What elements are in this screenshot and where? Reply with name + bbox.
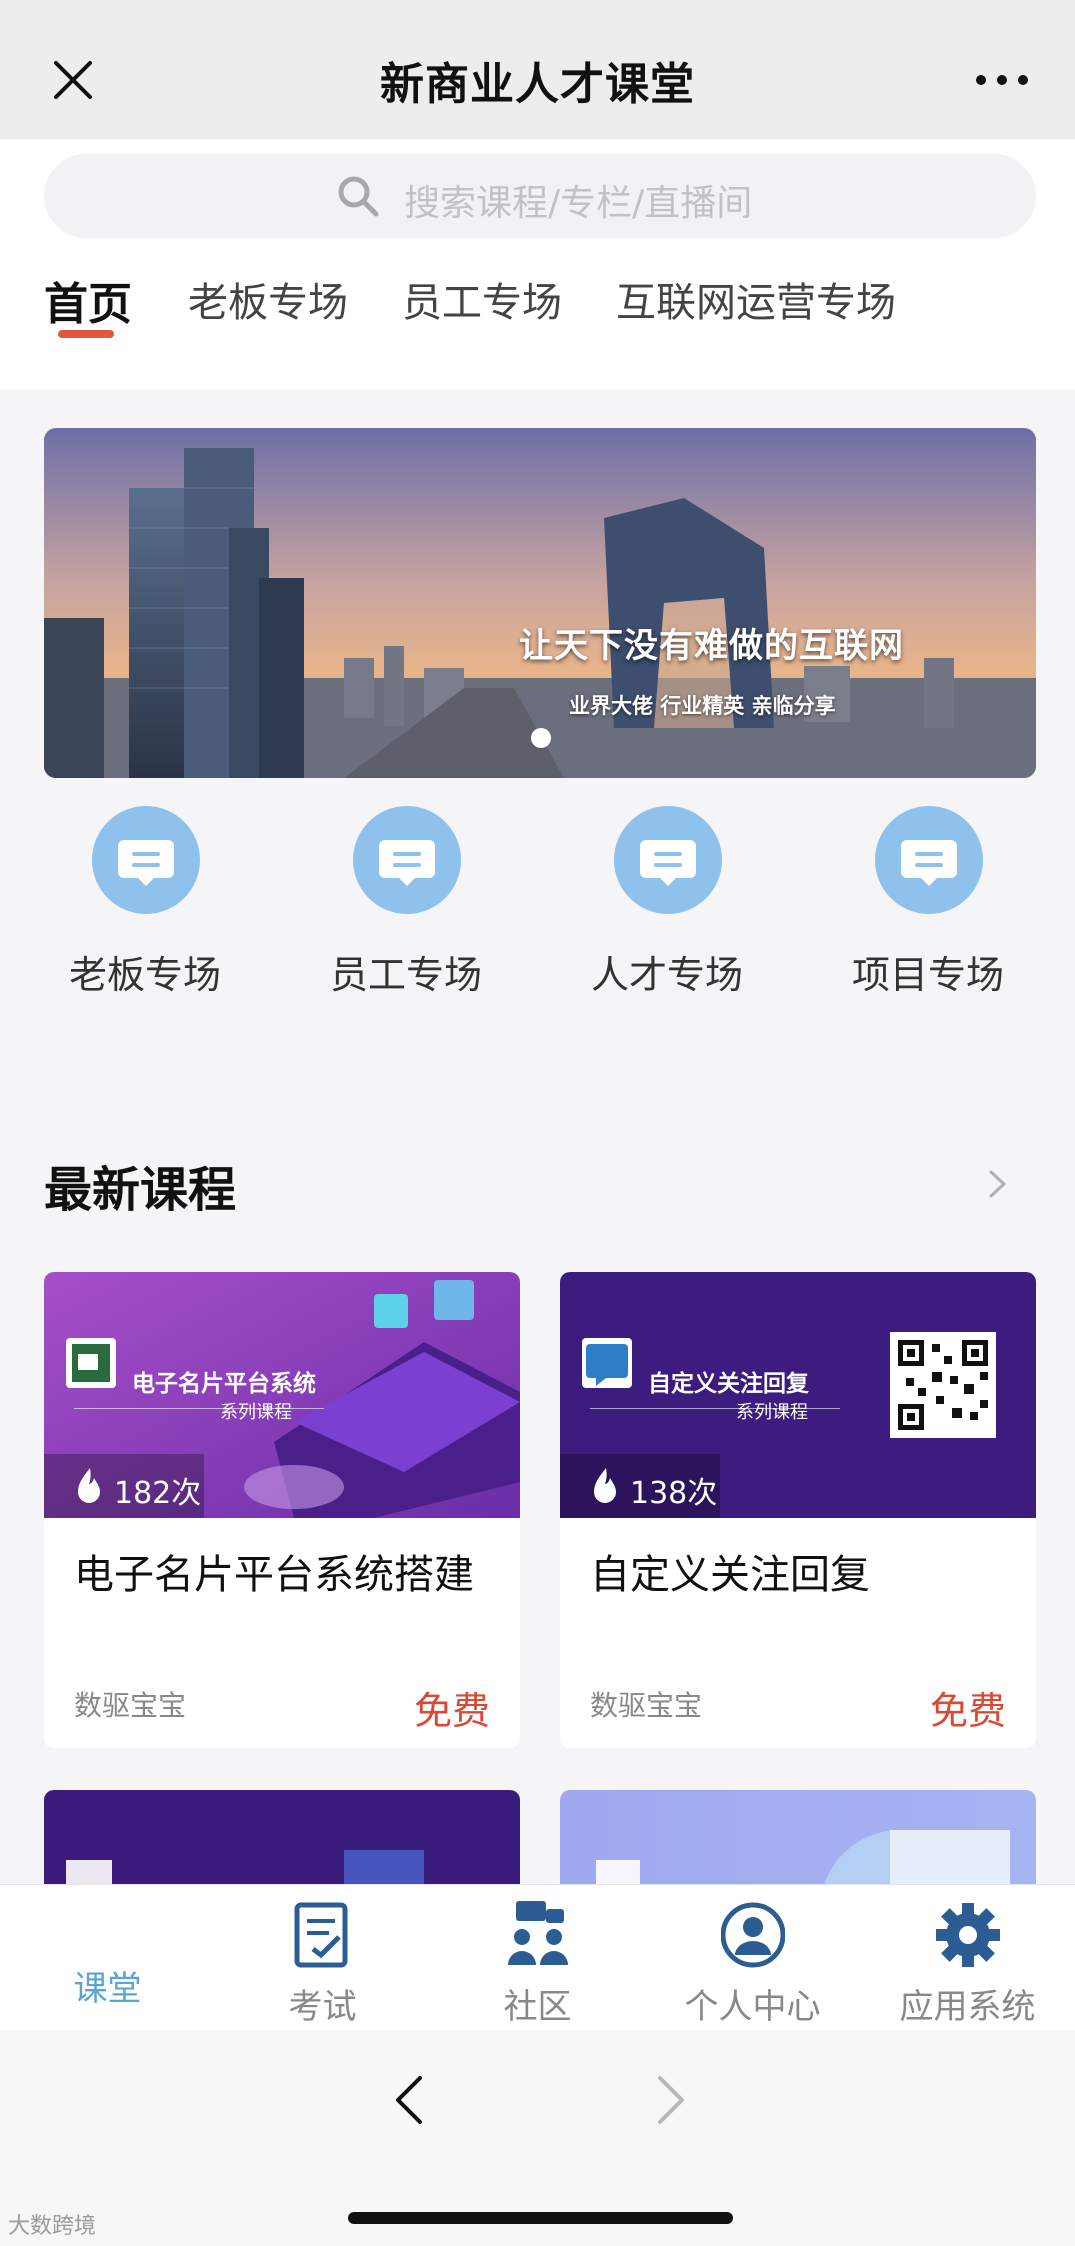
course-cover-series: 系列课程 xyxy=(220,1402,292,1423)
quick-entry-label: 员工专场 xyxy=(329,953,482,997)
tab-home[interactable]: 首页 xyxy=(44,268,132,332)
watermark: 大数跨境 xyxy=(8,2214,97,2239)
course-title: 自定义关注回复 xyxy=(590,1552,870,1598)
flame-icon xyxy=(78,1468,100,1503)
exam-icon xyxy=(294,1902,348,1968)
course-author: 数驱宝宝 xyxy=(590,1689,703,1722)
back-icon[interactable] xyxy=(390,2072,430,2128)
nav-app-system[interactable]: 应用系统 xyxy=(860,1885,1075,2031)
community-icon xyxy=(508,1901,568,1965)
view-count-badge: 182次 xyxy=(44,1454,204,1518)
quick-entry-label: 项目专场 xyxy=(851,953,1004,997)
banner-subline: 业界大佬 行业精英 亲临分享 xyxy=(569,694,836,718)
banner[interactable]: 让天下没有难做的互联网 业界大佬 行业精英 亲临分享 xyxy=(44,428,1036,778)
chevron-right-icon[interactable] xyxy=(985,1166,1011,1202)
quick-entry-label: 人才专场 xyxy=(590,953,743,997)
flame-icon xyxy=(594,1468,616,1503)
carousel-dot[interactable] xyxy=(531,728,551,748)
course-title: 电子名片平台系统搭建 xyxy=(74,1552,474,1598)
quick-entry-staff[interactable]: 员工专场 xyxy=(306,806,506,997)
quick-entry-talent[interactable]: 人才专场 xyxy=(567,806,767,997)
course-cover-name: 电子名片平台系统 xyxy=(132,1371,316,1397)
course-card[interactable] xyxy=(560,1790,1036,1890)
nav-profile[interactable]: 个人中心 xyxy=(645,1885,860,2031)
chat-icon xyxy=(875,806,983,914)
nav-label: 课堂 xyxy=(73,1969,142,2009)
home-indicator[interactable] xyxy=(348,2212,733,2224)
forward-icon[interactable] xyxy=(650,2072,690,2128)
nav-label: 考试 xyxy=(288,1987,357,2027)
nav-label: 应用系统 xyxy=(899,1987,1036,2027)
tab-boss[interactable]: 老板专场 xyxy=(188,270,348,328)
chat-icon xyxy=(353,806,461,914)
browser-bar xyxy=(0,2030,1075,2246)
user-icon xyxy=(721,1902,785,1968)
quick-entry-label: 老板专场 xyxy=(68,953,221,997)
course-price: 免费 xyxy=(413,1689,490,1733)
bottom-nav: 课堂 考试 社区 个人中心 应用系统 xyxy=(0,1884,1075,2030)
course-price: 免费 xyxy=(929,1689,1006,1733)
course-cover-series: 系列课程 xyxy=(736,1402,808,1423)
search-input[interactable]: 搜索课程/专栏/直播间 xyxy=(44,154,1036,238)
quick-entry-boss[interactable]: 老板专场 xyxy=(45,806,245,997)
view-count-badge: 138次 xyxy=(560,1454,720,1518)
chat-icon xyxy=(614,806,722,914)
course-logo xyxy=(582,1338,632,1388)
course-card[interactable]: 自定义关注回复 系列课程 138次 自定义关注回复 数驱宝宝 免费 xyxy=(560,1272,1036,1748)
gear-icon xyxy=(936,1903,1000,1967)
nav-label: 社区 xyxy=(503,1987,572,2027)
banner-image xyxy=(44,428,1036,778)
quick-entry-project[interactable]: 项目专场 xyxy=(828,806,1028,997)
tab-bar: 首页 老板专场 员工专场 互联网运营专场 xyxy=(0,270,1075,350)
tab-staff[interactable]: 员工专场 xyxy=(402,270,562,328)
tab-indicator xyxy=(58,330,114,338)
course-logo xyxy=(66,1338,116,1388)
course-author: 数驱宝宝 xyxy=(74,1689,187,1722)
nav-label: 个人中心 xyxy=(684,1987,821,2027)
course-card[interactable]: 电子名片平台系统 系列课程 182次 电子名片平台系统搭建 数驱宝宝 免费 xyxy=(44,1272,520,1748)
course-cover: 自定义关注回复 系列课程 138次 xyxy=(560,1272,1036,1518)
tab-internet-ops[interactable]: 互联网运营专场 xyxy=(616,270,896,328)
course-cover-name: 自定义关注回复 xyxy=(648,1371,809,1397)
view-count: 182次 xyxy=(114,1476,202,1511)
more-icon[interactable] xyxy=(973,62,1031,98)
nav-classroom[interactable]: 课堂 xyxy=(0,1885,215,2031)
search-placeholder: 搜索课程/专栏/直播间 xyxy=(404,183,753,224)
course-cover: 电子名片平台系统 系列课程 182次 xyxy=(44,1272,520,1518)
title-bar: 新商业人才课堂 xyxy=(0,0,1075,139)
page-title: 新商业人才课堂 xyxy=(380,59,695,110)
view-count: 138次 xyxy=(630,1476,718,1511)
nav-community[interactable]: 社区 xyxy=(430,1885,645,2031)
course-card[interactable] xyxy=(44,1790,520,1890)
chat-icon xyxy=(92,806,200,914)
banner-headline: 让天下没有难做的互联网 xyxy=(519,626,904,666)
search-icon xyxy=(338,176,379,217)
nav-exam[interactable]: 考试 xyxy=(215,1885,430,2031)
section-title: 最新课程 xyxy=(44,1162,237,1218)
